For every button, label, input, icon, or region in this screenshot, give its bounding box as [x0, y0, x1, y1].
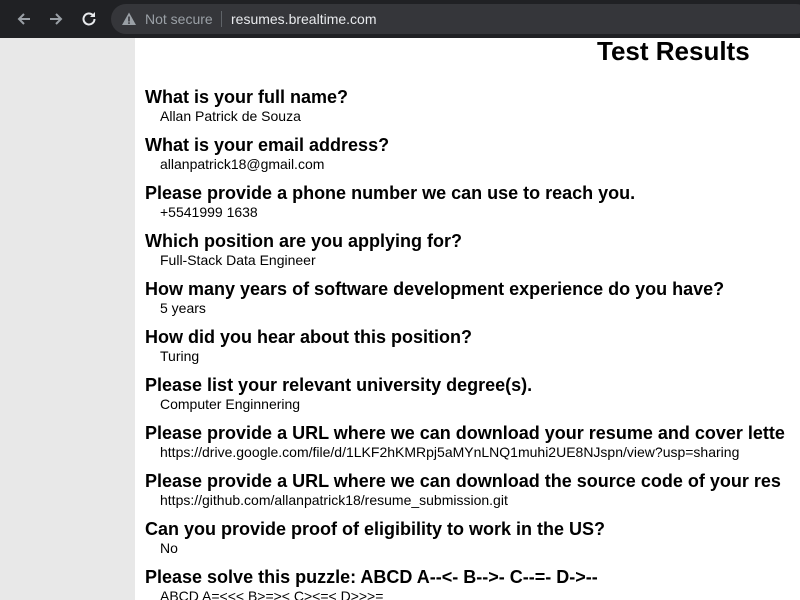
browser-toolbar: Not secure resumes.brealtime.com: [0, 0, 800, 38]
answer-text: Turing: [160, 348, 200, 364]
question-text: Please solve this puzzle: ABCD A--<- B--…: [145, 567, 598, 587]
qa-item: Please provide a URL where we can downlo…: [145, 423, 785, 471]
question-text: Which position are you applying for?: [145, 231, 463, 251]
qa-list: What is your full name? Allan Patrick de…: [145, 87, 785, 600]
answer-text: No: [160, 540, 178, 556]
address-bar[interactable]: Not secure resumes.brealtime.com: [111, 4, 800, 34]
answer-text: https://drive.google.com/file/d/1LKF2hKM…: [160, 444, 740, 460]
qa-item: What is your email address? allanpatrick…: [145, 135, 785, 183]
security-status-label[interactable]: Not secure: [145, 11, 213, 27]
answer-text: Full-Stack Data Engineer: [160, 252, 316, 268]
question-text: Please provide a URL where we can downlo…: [145, 471, 781, 491]
qa-item: Please provide a phone number we can use…: [145, 183, 785, 231]
question-text: How did you hear about this position?: [145, 327, 472, 347]
url-text[interactable]: resumes.brealtime.com: [231, 11, 377, 27]
warning-triangle-icon[interactable]: [121, 11, 137, 27]
question-text: What is your full name?: [145, 87, 349, 107]
forward-arrow-icon[interactable]: [44, 7, 68, 31]
answer-text: ABCD A=<<< B>=>< C><=< D>>>=: [160, 588, 384, 600]
page-title: Test Results: [597, 38, 750, 66]
answer-text: allanpatrick18@gmail.com: [160, 156, 325, 172]
qa-item: Can you provide proof of eligibility to …: [145, 519, 785, 567]
back-arrow-icon[interactable]: [12, 7, 36, 31]
qa-item: Please provide a URL where we can downlo…: [145, 471, 785, 519]
question-text: Please provide a phone number we can use…: [145, 183, 636, 203]
qa-item: What is your full name? Allan Patrick de…: [145, 87, 785, 135]
qa-item: Please list your relevant university deg…: [145, 375, 785, 423]
qa-item: Which position are you applying for? Ful…: [145, 231, 785, 279]
qa-item: Please solve this puzzle: ABCD A--<- B--…: [145, 567, 785, 600]
qa-item: How many years of software development e…: [145, 279, 785, 327]
answer-text: https://github.com/allanpatrick18/resume…: [160, 492, 508, 508]
left-gutter: [0, 38, 135, 600]
question-text: Can you provide proof of eligibility to …: [145, 519, 606, 539]
answer-text: 5 years: [160, 300, 206, 316]
question-text: How many years of software development e…: [145, 279, 725, 299]
url-divider: [221, 11, 222, 27]
reload-icon[interactable]: [77, 7, 101, 31]
answer-text: Allan Patrick de Souza: [160, 108, 301, 124]
answer-text: Computer Enginnering: [160, 396, 301, 412]
answer-text: +5541999 1638: [160, 204, 258, 220]
question-text: Please list your relevant university deg…: [145, 375, 533, 395]
page-content: Test Results What is your full name? All…: [135, 38, 800, 600]
question-text: What is your email address?: [145, 135, 390, 155]
qa-item: How did you hear about this position? Tu…: [145, 327, 785, 375]
question-text: Please provide a URL where we can downlo…: [145, 423, 785, 443]
